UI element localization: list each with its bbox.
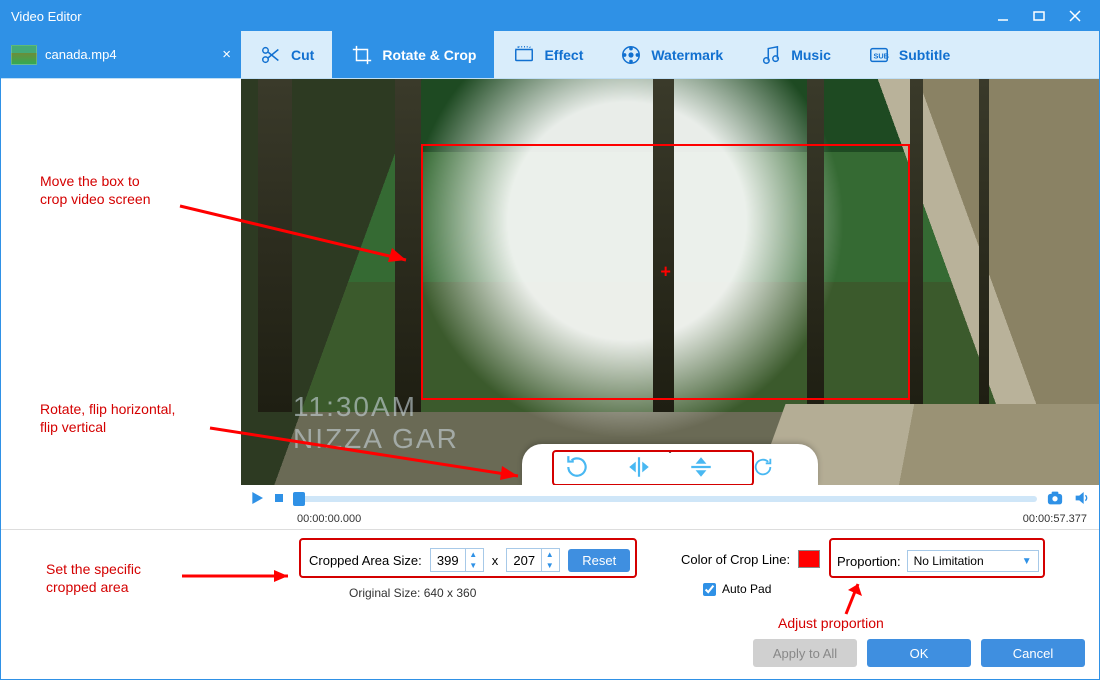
maximize-button[interactable] — [1021, 1, 1057, 31]
video-overlay-text: 11:30AM NIZZA GAR — [293, 391, 459, 455]
crop-width-input[interactable]: ▲▼ — [430, 548, 484, 572]
titlebar: Video Editor — [1, 1, 1099, 31]
tab-cut[interactable]: Cut — [241, 31, 332, 78]
time-start: 00:00:00.000 — [297, 513, 361, 525]
autopad-checkbox[interactable] — [703, 583, 716, 596]
proportion-label: Proportion: — [837, 554, 901, 569]
close-button[interactable] — [1057, 1, 1093, 31]
file-tab[interactable]: canada.mp4 × — [1, 31, 241, 78]
crop-line-color-label: Color of Crop Line: — [681, 552, 790, 567]
tab-subtitle-label: Subtitle — [899, 47, 950, 63]
svg-text:SUB: SUB — [873, 51, 888, 60]
scissors-icon — [259, 43, 283, 67]
crop-center-icon: + — [660, 261, 671, 282]
cropped-size-label: Cropped Area Size: — [309, 553, 422, 568]
ok-button[interactable]: OK — [867, 639, 971, 667]
tab-rotate-crop[interactable]: Rotate & Crop — [332, 31, 494, 78]
chevron-down-icon: ▼ — [1022, 556, 1032, 567]
file-name: canada.mp4 — [45, 47, 117, 62]
file-thumbnail — [11, 45, 37, 65]
reset-transform-button[interactable] — [738, 450, 788, 484]
crop-icon — [350, 43, 374, 67]
play-button[interactable] — [249, 490, 265, 509]
original-size-label: Original Size: 640 x 360 — [349, 586, 476, 600]
x-separator: x — [492, 553, 499, 568]
cancel-button[interactable]: Cancel — [981, 639, 1085, 667]
crop-height-input[interactable]: ▲▼ — [506, 548, 560, 572]
rotate-button[interactable] — [552, 450, 602, 484]
toolbar: canada.mp4 × Cut Rotate & Crop Effect — [1, 31, 1099, 79]
apply-to-all-button[interactable]: Apply to All — [753, 639, 857, 667]
snapshot-button[interactable] — [1045, 489, 1065, 510]
close-file-icon[interactable]: × — [222, 46, 231, 63]
tab-cut-label: Cut — [291, 47, 314, 63]
tab-music-label: Music — [791, 47, 831, 63]
overlay-line2: NIZZA GAR — [293, 423, 459, 455]
tab-rotate-crop-label: Rotate & Crop — [382, 47, 476, 63]
width-step-down[interactable]: ▼ — [466, 560, 481, 571]
crop-height-field[interactable] — [507, 553, 541, 568]
proportion-select[interactable]: No Limitation ▼ — [907, 550, 1039, 572]
tab-music[interactable]: Music — [741, 31, 849, 78]
time-end: 00:00:57.377 — [1023, 513, 1087, 525]
tab-effect[interactable]: Effect — [494, 31, 601, 78]
minimize-button[interactable] — [985, 1, 1021, 31]
proportion-value: No Limitation — [914, 554, 984, 568]
tab-watermark-label: Watermark — [651, 47, 723, 63]
crop-box[interactable]: + — [421, 144, 910, 400]
watermark-icon — [619, 43, 643, 67]
tab-subtitle[interactable]: SUB Subtitle — [849, 31, 968, 78]
flip-horizontal-button[interactable] — [614, 450, 664, 484]
effect-icon — [512, 43, 536, 67]
volume-button[interactable] — [1073, 490, 1091, 509]
subtitle-icon: SUB — [867, 43, 891, 67]
height-step-up[interactable]: ▲ — [542, 549, 557, 560]
dock-collapse-icon[interactable]: ⌄ — [665, 442, 675, 456]
timeline-knob[interactable] — [293, 492, 305, 506]
stop-button[interactable] — [273, 492, 285, 507]
height-step-down[interactable]: ▼ — [542, 560, 557, 571]
tab-watermark[interactable]: Watermark — [601, 31, 741, 78]
flip-vertical-button[interactable] — [676, 450, 726, 484]
reset-button[interactable]: Reset — [568, 549, 630, 572]
timeline — [241, 485, 1099, 513]
autopad-label: Auto Pad — [722, 582, 771, 596]
tab-effect-label: Effect — [544, 47, 583, 63]
timeline-track[interactable] — [293, 496, 1037, 502]
width-step-up[interactable]: ▲ — [466, 549, 481, 560]
window-title: Video Editor — [11, 9, 82, 24]
sidebar — [1, 79, 241, 529]
video-preview[interactable]: 11:30AM NIZZA GAR + ⌄ — [241, 79, 1099, 485]
bottom-panel: Cropped Area Size: ▲▼ x ▲▼ Reset Origina… — [1, 529, 1099, 679]
crop-line-color-swatch[interactable] — [798, 550, 820, 568]
transform-dock: ⌄ — [522, 444, 818, 485]
crop-width-field[interactable] — [431, 553, 465, 568]
music-icon — [759, 43, 783, 67]
